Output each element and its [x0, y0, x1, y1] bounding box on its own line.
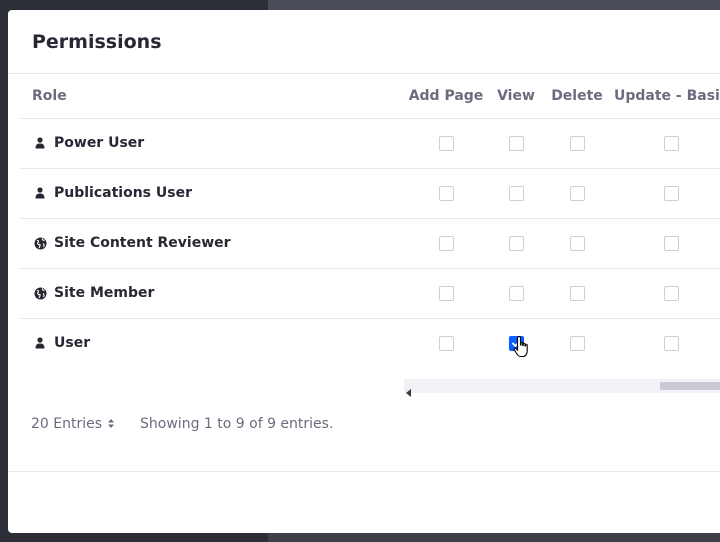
caret-left-icon[interactable] [406, 382, 412, 401]
view-cell [492, 218, 540, 268]
add-page-checkbox[interactable] [438, 335, 454, 351]
column-header-add-page-label: Add Page [408, 87, 484, 104]
delete-cell [540, 168, 614, 218]
role-name: Site Content Reviewer [54, 235, 231, 251]
view-checkbox[interactable] [508, 235, 524, 251]
update-basic-checkbox[interactable] [663, 135, 679, 151]
delete-checkbox[interactable] [569, 185, 585, 201]
delete-cell [540, 118, 614, 168]
role-cell: Site Content Reviewer [20, 218, 400, 268]
delete-checkbox[interactable] [569, 235, 585, 251]
user-icon [32, 185, 48, 201]
column-header-view: View [492, 74, 540, 119]
hand-pointer-icon [513, 335, 533, 363]
globe-icon [32, 285, 48, 301]
column-header-role-label: Role [32, 87, 67, 104]
add-page-cell [400, 118, 492, 168]
horizontal-scrollbar[interactable] [404, 379, 720, 397]
update-basic-checkbox[interactable] [663, 335, 679, 351]
update-basic-cell [614, 268, 720, 318]
column-header-update-basic: Update - Basic [614, 74, 720, 119]
column-header-update-basic-label: Update - Basic [614, 87, 720, 104]
modal-header: Permissions [8, 10, 720, 74]
column-header-add-page: Add Page [400, 74, 492, 119]
view-cell [492, 268, 540, 318]
role-name: User [54, 335, 91, 352]
role-cell: Site Member [20, 268, 400, 318]
scrollbar-thumb[interactable] [660, 382, 720, 390]
table-row: Publications User [20, 168, 720, 218]
update-basic-checkbox[interactable] [663, 185, 679, 201]
view-cell [492, 118, 540, 168]
table-row: User [20, 318, 720, 368]
table-row: Site Member [20, 268, 720, 318]
view-checkbox[interactable] [508, 185, 524, 201]
delete-checkbox[interactable] [569, 285, 585, 301]
table-row: Power User [20, 118, 720, 168]
column-header-delete-label: Delete [551, 87, 603, 104]
update-basic-checkbox[interactable] [663, 285, 679, 301]
permissions-table: Role Add Page View Delete Update - Basic [20, 74, 720, 368]
role-cell: Power User [20, 118, 400, 168]
delete-checkbox[interactable] [569, 135, 585, 151]
role-name: Power User [54, 135, 145, 151]
update-basic-cell [614, 218, 720, 268]
globe-icon [32, 235, 48, 251]
update-basic-cell [614, 168, 720, 218]
modal-footer [8, 471, 720, 533]
update-basic-checkbox[interactable] [663, 235, 679, 251]
delete-checkbox[interactable] [569, 335, 585, 351]
table-header-row: Role Add Page View Delete Update - Basic [20, 74, 720, 119]
role-name: Site Member [54, 285, 155, 301]
update-basic-cell [614, 318, 720, 368]
add-page-checkbox[interactable] [438, 185, 454, 201]
sort-caret-icon [108, 416, 115, 432]
add-page-checkbox[interactable] [438, 135, 454, 151]
pagination-bar: 20 Entries Showing 1 to 9 of 9 entries. [31, 416, 333, 432]
pagination-results-text: Showing 1 to 9 of 9 entries. [140, 416, 334, 432]
role-name: Publications User [54, 185, 192, 201]
add-page-cell [400, 168, 492, 218]
add-page-cell [400, 318, 492, 368]
view-cell [492, 168, 540, 218]
entries-label: 20 Entries [31, 416, 103, 432]
background-topbar [268, 0, 720, 10]
entries-per-page-button[interactable]: 20 Entries [31, 416, 115, 432]
column-header-view-label: View [497, 87, 535, 104]
column-header-delete: Delete [540, 74, 614, 119]
permissions-modal: Permissions Role Add Page View Delete Up… [8, 10, 720, 533]
delete-cell [540, 268, 614, 318]
add-page-checkbox[interactable] [438, 235, 454, 251]
modal-title: Permissions [32, 31, 162, 53]
delete-cell [540, 318, 614, 368]
view-checkbox[interactable] [508, 135, 524, 151]
permissions-table-container: Role Add Page View Delete Update - Basic [20, 74, 720, 368]
role-cell: User [20, 318, 400, 368]
add-page-cell [400, 268, 492, 318]
add-page-checkbox[interactable] [438, 285, 454, 301]
add-page-cell [400, 218, 492, 268]
column-header-role: Role [20, 74, 400, 119]
role-cell: Publications User [20, 168, 400, 218]
user-icon [32, 335, 48, 351]
delete-cell [540, 218, 614, 268]
user-icon [32, 135, 48, 151]
view-checkbox[interactable] [508, 285, 524, 301]
table-row: Site Content Reviewer [20, 218, 720, 268]
update-basic-cell [614, 118, 720, 168]
